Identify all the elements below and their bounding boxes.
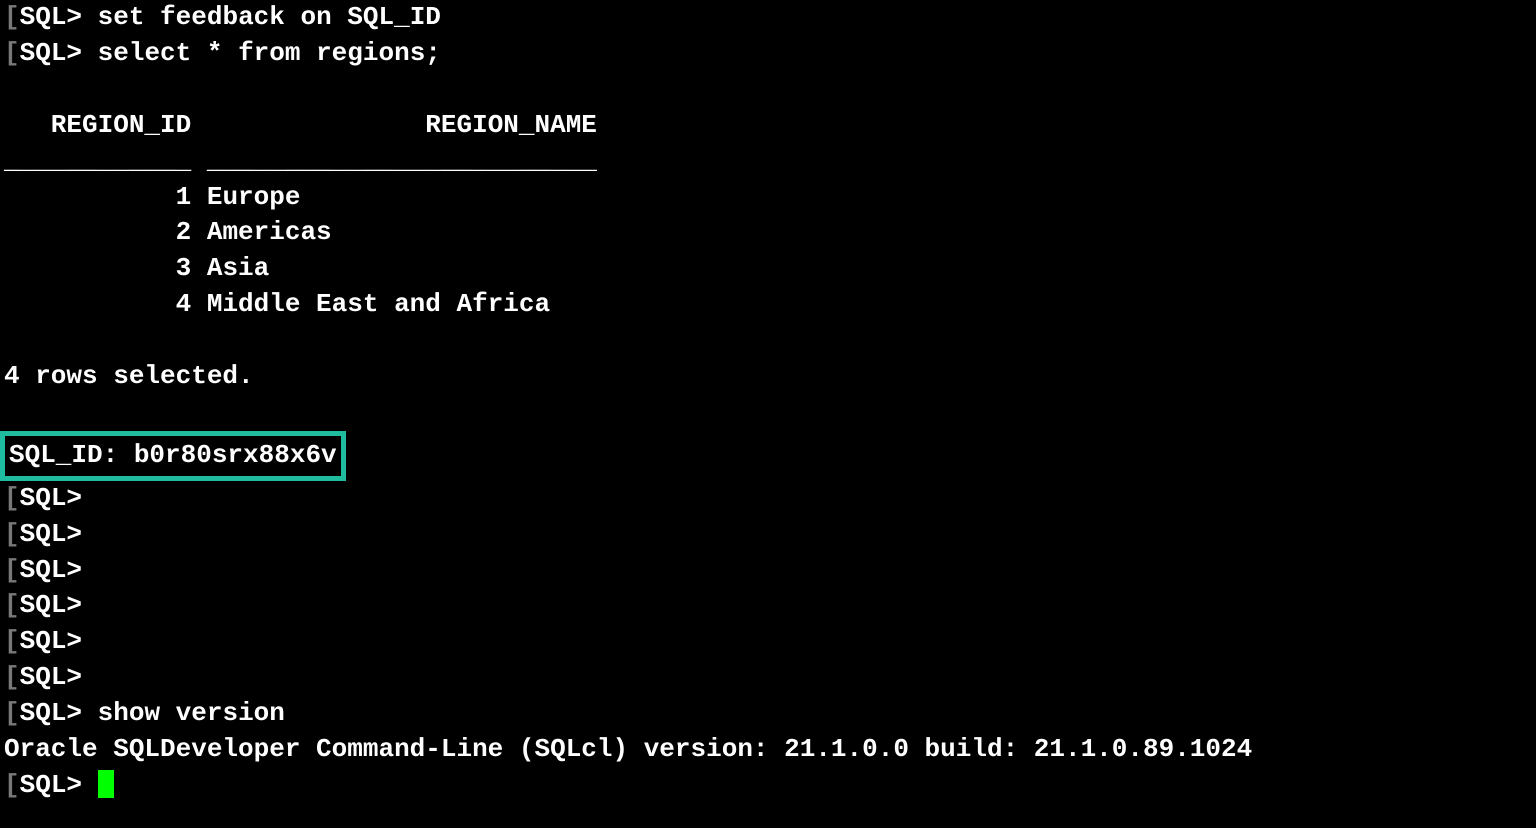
table-cell-name: Europe <box>207 182 301 212</box>
command-line-3: [SQL> show version <box>0 696 1536 732</box>
sql-prompt: SQL> <box>20 519 82 549</box>
blank-line <box>0 72 1536 108</box>
empty-prompt-line: [SQL> <box>0 553 1536 589</box>
prompt-bracket-icon: [ <box>4 483 20 513</box>
prompt-bracket-icon: [ <box>4 519 20 549</box>
table-cell-name: Americas <box>207 217 332 247</box>
table-cell-name: Asia <box>207 253 269 283</box>
table-cell-id: 4 <box>4 289 191 319</box>
table-row: 4 Middle East and Africa <box>0 287 1536 323</box>
table-sep-col2: _________________________ <box>207 146 597 176</box>
empty-prompt-line: [SQL> <box>0 660 1536 696</box>
prompt-bracket-icon: [ <box>4 38 20 68</box>
sql-id-text: SQL_ID: b0r80srx88x6v <box>5 438 337 474</box>
table-cell-name: Middle East and Africa <box>207 289 550 319</box>
sql-prompt: SQL> <box>20 662 82 692</box>
empty-prompt-line: [SQL> <box>0 588 1536 624</box>
command-text: select * from regions; <box>98 38 441 68</box>
version-output-text: Oracle SQLDeveloper Command-Line (SQLcl)… <box>4 734 1252 764</box>
table-row: 2 Americas <box>0 215 1536 251</box>
empty-prompt-line: [SQL> <box>0 481 1536 517</box>
sql-id-highlight-box: SQL_ID: b0r80srx88x6v <box>0 431 346 481</box>
sql-prompt: SQL> <box>20 555 82 585</box>
prompt-bracket-icon: [ <box>4 698 20 728</box>
table-cell-id: 1 <box>4 182 191 212</box>
table-row: 1 Europe <box>0 180 1536 216</box>
table-header-region-name: REGION_NAME <box>425 110 597 140</box>
command-line-1: [SQL> set feedback on SQL_ID <box>0 0 1536 36</box>
sql-prompt: SQL> <box>20 2 82 32</box>
terminal-cursor-icon <box>98 770 114 798</box>
table-cell-id: 2 <box>4 217 191 247</box>
command-line-2: [SQL> select * from regions; <box>0 36 1536 72</box>
table-header-row: REGION_ID REGION_NAME <box>0 108 1536 144</box>
empty-prompt-line: [SQL> <box>0 624 1536 660</box>
sql-prompt: SQL> <box>20 626 82 656</box>
prompt-bracket-icon: [ <box>4 555 20 585</box>
prompt-bracket-icon: [ <box>4 662 20 692</box>
prompt-bracket-icon: [ <box>4 770 20 800</box>
table-row: 3 Asia <box>0 251 1536 287</box>
active-prompt-line[interactable]: [SQL> <box>0 768 1536 804</box>
prompt-bracket-icon: [ <box>4 626 20 656</box>
empty-prompt-line: [SQL> <box>0 517 1536 553</box>
sql-prompt: SQL> <box>20 698 82 728</box>
command-text: show version <box>98 698 285 728</box>
prompt-bracket-icon: [ <box>4 2 20 32</box>
sql-prompt: SQL> <box>20 483 82 513</box>
command-text: set feedback on SQL_ID <box>98 2 441 32</box>
table-cell-id: 3 <box>4 253 191 283</box>
feedback-line: 4 rows selected. <box>0 359 1536 395</box>
blank-line <box>0 323 1536 359</box>
sql-prompt: SQL> <box>20 38 82 68</box>
sql-prompt: SQL> <box>20 590 82 620</box>
feedback-text: 4 rows selected. <box>4 361 254 391</box>
sql-prompt: SQL> <box>20 770 82 800</box>
table-separator-row: ____________ _________________________ <box>0 144 1536 180</box>
blank-line <box>0 395 1536 431</box>
prompt-bracket-icon: [ <box>4 590 20 620</box>
version-output-line: Oracle SQLDeveloper Command-Line (SQLcl)… <box>0 732 1536 768</box>
table-header-region-id: REGION_ID <box>4 110 191 140</box>
terminal-output[interactable]: [SQL> set feedback on SQL_ID [SQL> selec… <box>0 0 1536 804</box>
table-sep-col1: ____________ <box>4 146 191 176</box>
